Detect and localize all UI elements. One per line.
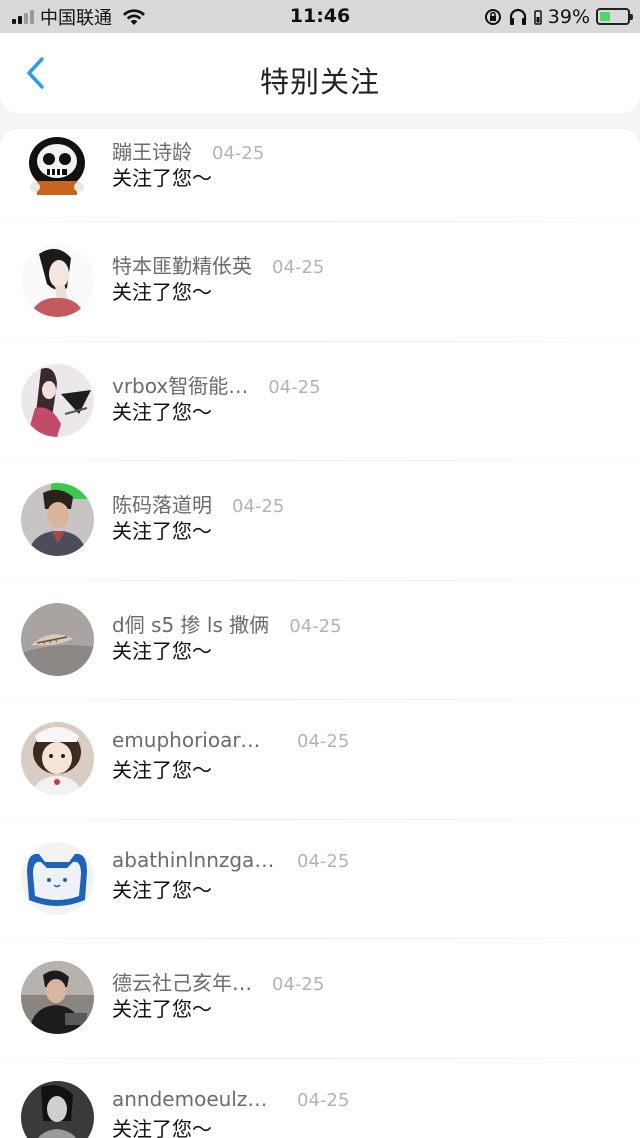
orientation-lock-icon [484, 8, 501, 25]
list-item[interactable]: vrbox智衙能… 04-25 关注了您～ [0, 342, 640, 461]
follow-date: 04-25 [289, 615, 342, 637]
follow-date: 04-25 [232, 496, 285, 517]
battery-percent: 39% [547, 5, 590, 28]
follow-date: 04-25 [297, 731, 350, 752]
nav-header: 特别关注 [0, 33, 640, 113]
name-row: anndemoeulze... 04-25 [112, 1087, 349, 1111]
user-name: 蹦王诗龄 [112, 140, 192, 164]
headphones-icon [509, 8, 526, 25]
list-item[interactable]: 陈码落道明 04-25 关注了您～ [0, 461, 640, 581]
avatar[interactable] [21, 841, 94, 915]
battery-icon [596, 8, 633, 25]
follow-message: 关注了您～ [112, 519, 212, 543]
list-item[interactable]: 特本匪勤精伥英 04-25 关注了您～ [0, 222, 640, 342]
avatar[interactable] [21, 363, 94, 437]
list-item[interactable]: emuphorioarm... 04-25 关注了您～ [0, 700, 640, 820]
follow-message: 关注了您～ [112, 758, 212, 782]
list-item[interactable]: abathinlnnzgape 04-25 关注了您～ [0, 820, 640, 939]
name-row: abathinlnnzgape 04-25 [112, 848, 349, 872]
avatar[interactable] [21, 961, 94, 1034]
follow-message: 关注了您～ [112, 638, 212, 663]
status-bar-right: 39% [484, 0, 633, 33]
follow-date: 04-25 [297, 1089, 350, 1111]
user-name: abathinlnnzgape [112, 847, 277, 872]
name-row: 德云社己亥年… 04-25 [112, 967, 324, 996]
name-row: 陈码落道明 04-25 [112, 489, 284, 518]
battery-level-fill [600, 12, 611, 21]
avatar[interactable] [21, 722, 94, 795]
avatar[interactable] [21, 1080, 94, 1138]
follow-message: 关注了您～ [112, 399, 212, 424]
follow-message: 关注了您～ [112, 166, 212, 190]
list-item[interactable]: d侗 s5 掺 ls 撒俩 04-25 关注了您～ [0, 581, 640, 700]
user-name: anndemoeulze... [112, 1086, 277, 1111]
user-name: 德云社己亥年… [112, 971, 252, 995]
name-row: emuphorioarm... 04-25 [112, 728, 349, 752]
user-name: vrbox智衙能… [112, 373, 249, 398]
follow-date: 04-25 [272, 257, 325, 278]
follow-message: 关注了您～ [112, 997, 212, 1021]
avatar[interactable] [21, 602, 94, 676]
user-name: d侗 s5 掺 ls 撒俩 [112, 612, 270, 637]
user-name: 陈码落道明 [112, 493, 212, 517]
name-row: d侗 s5 掺 ls 撒俩 04-25 [112, 609, 342, 638]
avatar[interactable] [21, 244, 94, 317]
follow-message: 关注了您～ [112, 1116, 212, 1138]
headphone-battery-icon [534, 9, 542, 25]
avatar[interactable] [21, 129, 94, 202]
follow-message: 关注了您～ [112, 877, 212, 902]
page-title: 特别关注 [259, 65, 380, 99]
name-row: 蹦王诗龄 04-25 [112, 136, 264, 165]
user-name: 特本匪勤精伥英 [112, 254, 252, 278]
list-item[interactable]: anndemoeulze... 04-25 关注了您～ [0, 1059, 640, 1138]
follow-message: 关注了您～ [112, 280, 212, 304]
status-bar: 中国联通 11:46 39% [0, 0, 640, 33]
follower-list: 蹦王诗龄 04-25 关注了您～ 特本匪勤精伥英 04-25 关注了您～ vrb… [0, 129, 640, 1138]
name-row: 特本匪勤精伥英 04-25 [112, 250, 324, 279]
list-item[interactable]: 蹦王诗龄 04-25 关注了您～ [0, 129, 640, 222]
follow-date: 04-25 [297, 850, 350, 872]
follow-date: 04-25 [272, 974, 325, 995]
follow-date: 04-25 [212, 143, 265, 164]
avatar[interactable] [21, 483, 94, 556]
name-row: vrbox智衙能… 04-25 [112, 370, 321, 399]
user-name: emuphorioarm... [112, 728, 277, 752]
follow-date: 04-25 [268, 376, 321, 398]
list-item[interactable]: 德云社己亥年… 04-25 关注了您～ [0, 939, 640, 1059]
